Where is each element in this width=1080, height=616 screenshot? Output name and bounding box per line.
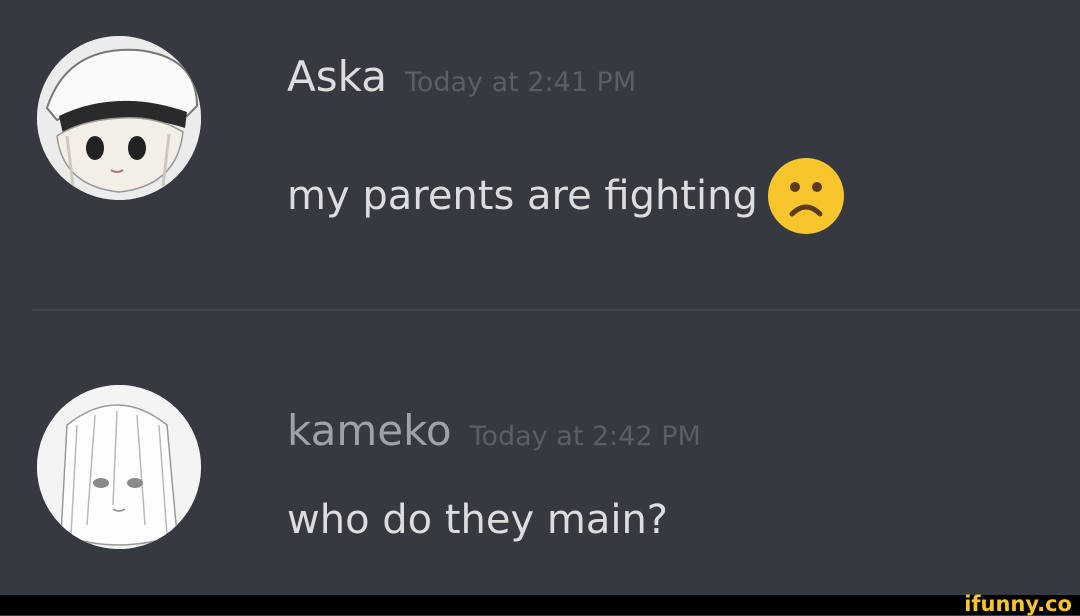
avatar[interactable] <box>37 36 201 200</box>
message: Aska Today at 2:41 PM my parents are figh… <box>0 0 1080 300</box>
watermark-bar: ifunny.co <box>0 592 1080 616</box>
message: kameko Today at 2:42 PM who do they main? <box>0 320 1080 595</box>
frowning-face-icon <box>764 154 848 238</box>
message-text: my parents are fighting <box>287 173 758 219</box>
watermark: ifunny.co <box>964 592 1072 616</box>
username[interactable]: Aska <box>287 52 387 101</box>
chat-window: Aska Today at 2:41 PM my parents are figh… <box>0 0 1080 595</box>
avatar[interactable] <box>37 385 201 549</box>
message-content: my parents are fighting <box>287 154 848 238</box>
username[interactable]: kameko <box>287 406 452 455</box>
message-header: kameko Today at 2:42 PM <box>287 406 701 455</box>
message-divider <box>32 309 1080 311</box>
message-content: who do they main? <box>287 497 668 543</box>
timestamp: Today at 2:41 PM <box>404 67 637 98</box>
message-header: Aska Today at 2:41 PM <box>287 52 636 101</box>
timestamp: Today at 2:42 PM <box>469 421 701 452</box>
message-text: who do they main? <box>287 497 669 543</box>
